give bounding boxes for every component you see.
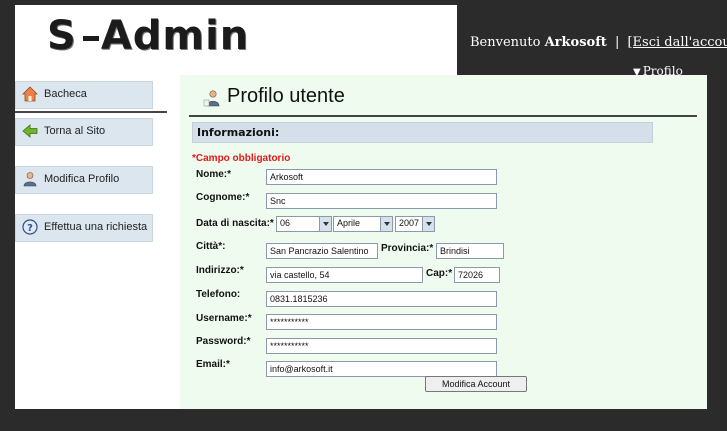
logo-left: S xyxy=(47,13,77,59)
cap-input[interactable]: 72026 xyxy=(454,267,500,283)
citta-label: Città*: xyxy=(196,241,226,252)
sidebar-divider xyxy=(15,111,167,113)
birth-year-select[interactable]: 2007 xyxy=(395,216,435,232)
logo[interactable]: S Admin xyxy=(47,13,249,59)
home-icon xyxy=(22,86,38,102)
provincia-label: Provincia:* xyxy=(381,243,434,254)
logout-link[interactable]: [Esci dall'account] xyxy=(627,35,727,50)
svg-text:?: ? xyxy=(27,223,33,234)
top-bar: Benvenuto Arkosoft | [Esci dall'account]… xyxy=(457,5,727,78)
sidebar-item-bacheca[interactable]: Bacheca xyxy=(15,81,153,109)
chevron-down-icon xyxy=(380,217,392,231)
indirizzo-input[interactable]: via castello, 54 xyxy=(266,267,423,283)
help-icon: ? xyxy=(22,219,38,235)
cap-label: Cap:* xyxy=(426,268,453,279)
title-divider xyxy=(189,115,697,117)
password-label: Password:* xyxy=(196,336,251,347)
birth-day-select[interactable]: 06 xyxy=(276,216,332,232)
user-profile-icon xyxy=(203,90,220,107)
page-frame: S Admin Benvenuto Arkosoft | [Esci dall'a… xyxy=(15,5,727,409)
logo-area: S Admin xyxy=(15,5,457,75)
provincia-input[interactable]: Brindisi xyxy=(436,243,504,259)
cognome-input[interactable]: Snc xyxy=(266,193,497,209)
nome-input[interactable]: Arkosoft xyxy=(266,169,497,185)
sidebar-item-label: Modifica Profilo xyxy=(44,173,120,185)
username: Arkosoft xyxy=(544,35,607,50)
sidebar-item-modifica-profilo[interactable]: Modifica Profilo xyxy=(15,166,153,194)
arrow-left-icon xyxy=(22,124,38,138)
birth-month-select[interactable]: Aprile xyxy=(333,216,393,232)
email-label: Email:* xyxy=(196,359,230,370)
logo-right: Admin xyxy=(100,13,250,59)
sidebar-item-label: Torna al Sito xyxy=(44,125,106,137)
user-icon xyxy=(23,172,37,187)
sidebar-item-label: Bacheca xyxy=(44,88,87,100)
welcome-message: Benvenuto Arkosoft | [Esci dall'account] xyxy=(470,35,727,50)
welcome-text: Benvenuto xyxy=(470,35,541,50)
birth-year-value: 2007 xyxy=(399,218,420,228)
indirizzo-label: Indirizzo:* xyxy=(196,265,244,276)
modifica-account-button[interactable]: Modifica Account xyxy=(425,376,527,392)
cognome-label: Cognome:* xyxy=(196,192,250,203)
separator: | xyxy=(614,35,620,50)
nome-label: Nome:* xyxy=(196,169,232,180)
section-header: Informazioni: xyxy=(192,122,653,143)
logo-dash xyxy=(82,35,99,41)
section-title: Informazioni: xyxy=(197,126,280,139)
telefono-label: Telefono: xyxy=(196,289,241,300)
required-note: *Campo obbligatorio xyxy=(192,153,291,164)
chevron-down-icon xyxy=(422,217,434,231)
sidebar-item-effettua-richiesta[interactable]: ? Effettua una richiesta xyxy=(15,214,153,242)
username-input[interactable]: *********** xyxy=(266,314,497,330)
page-title: Profilo utente xyxy=(227,85,345,107)
sidebar: Bacheca Torna al Sito Modifica Profilo ?… xyxy=(15,75,180,409)
password-input[interactable]: *********** xyxy=(266,338,497,354)
data-nascita-label: Data di nascita:* xyxy=(196,218,274,229)
birth-day-value: 06 xyxy=(280,218,291,228)
sidebar-item-torna-al-sito[interactable]: Torna al Sito xyxy=(15,118,153,146)
telefono-input[interactable]: 0831.1815236 xyxy=(266,291,497,307)
email-input[interactable]: info@arkosoft.it xyxy=(266,361,497,377)
username-label: Username:* xyxy=(196,313,252,324)
chevron-down-icon xyxy=(319,217,331,231)
sidebar-item-label: Effettua una richiesta xyxy=(44,221,148,233)
content-area: Bacheca Torna al Sito Modifica Profilo ?… xyxy=(15,75,707,409)
birth-month-value: Aprile xyxy=(337,218,361,228)
citta-input[interactable]: San Pancrazio Salentino xyxy=(266,243,378,259)
